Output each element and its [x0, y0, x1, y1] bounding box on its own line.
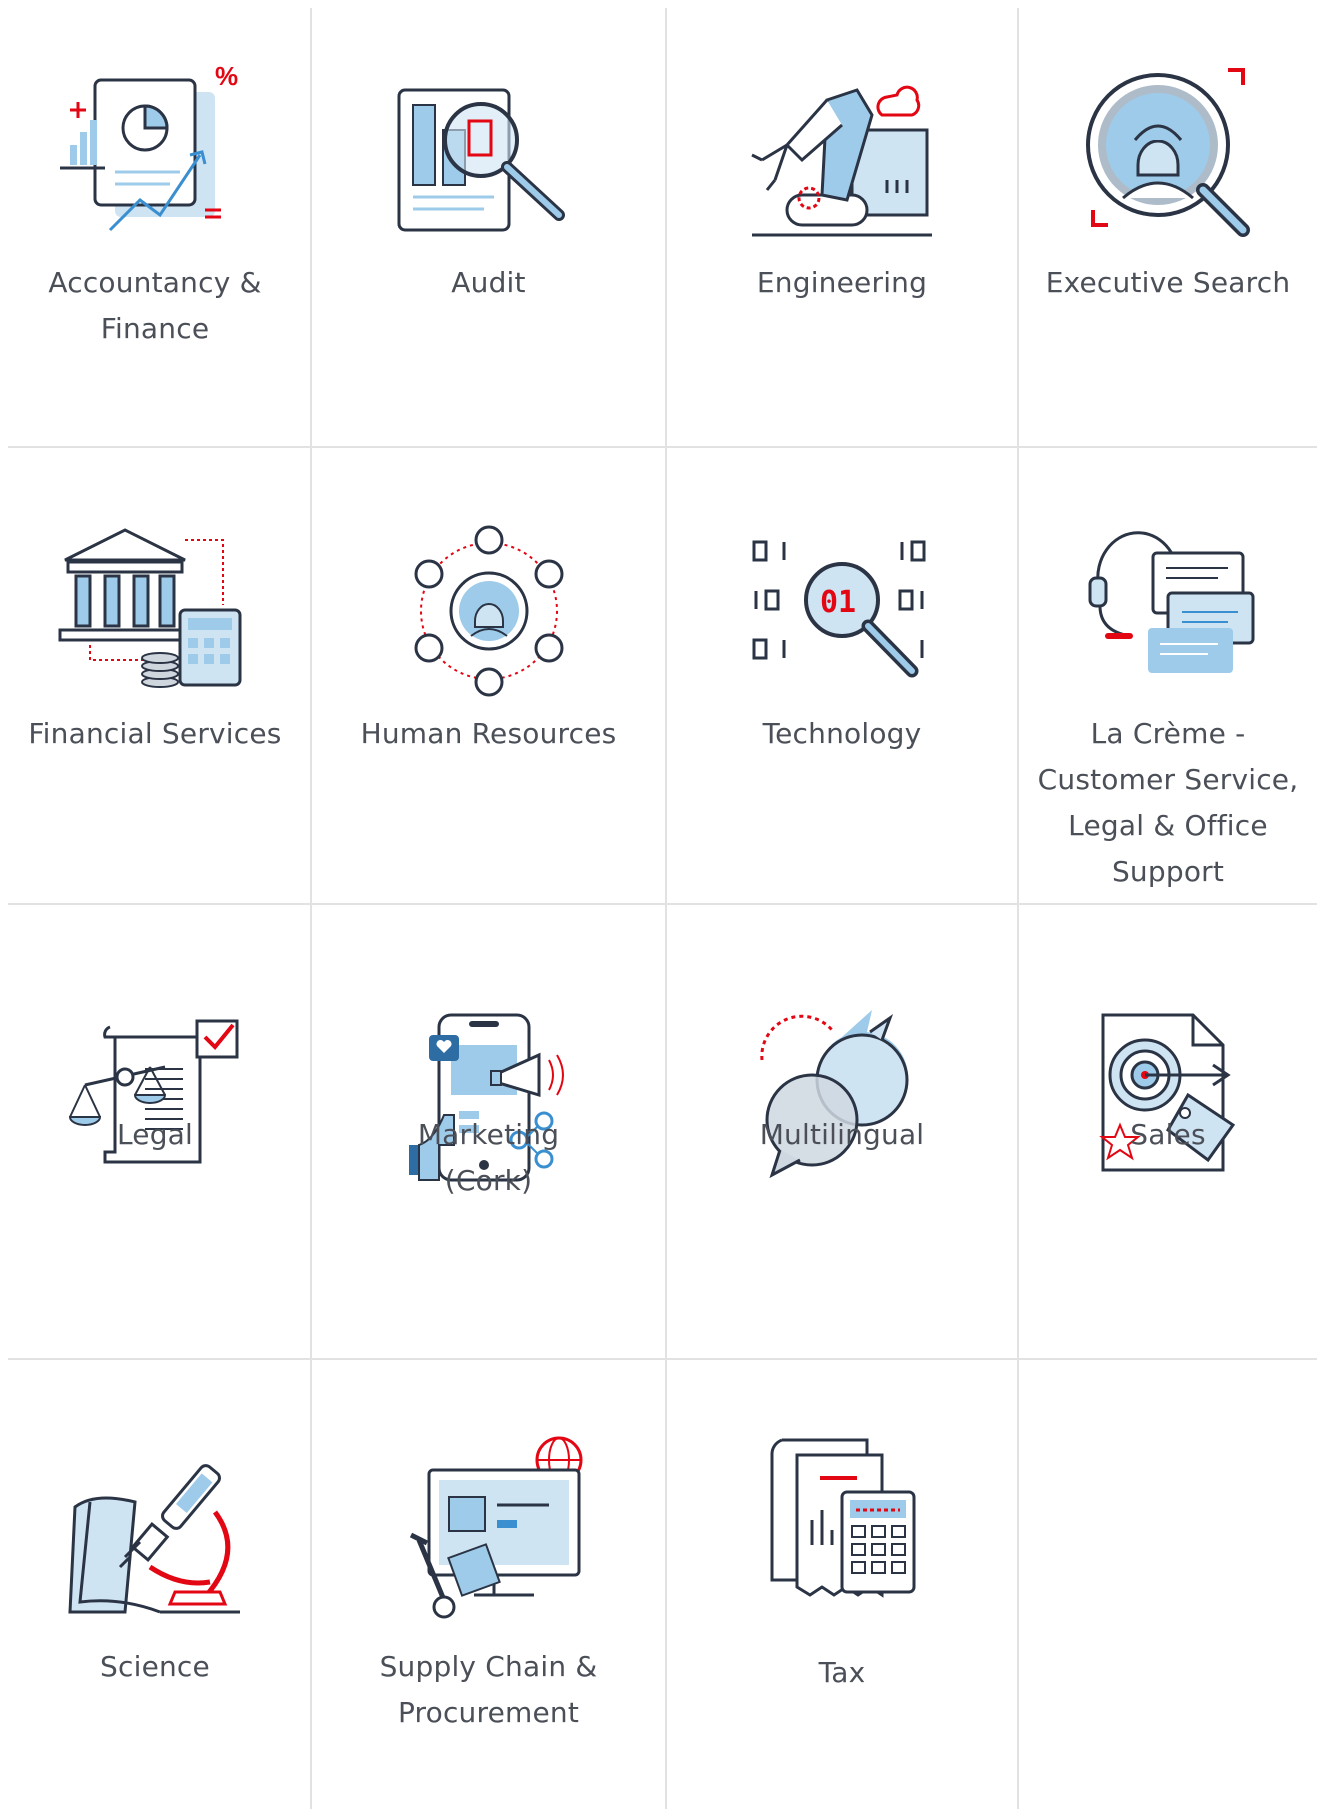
sector-label: Engineering — [756, 266, 928, 299]
headset-chat-icon — [1088, 531, 1255, 673]
sector-tile-science[interactable]: Science — [0, 1360, 310, 1809]
sector-tile-human-resources[interactable]: Human Resources — [312, 448, 665, 903]
sector-label: Audit — [451, 266, 526, 299]
sector-label: Technology — [762, 717, 922, 750]
sector-tile-technology[interactable]: 01 Technology — [667, 448, 1017, 903]
finance-chart-icon: % — [60, 61, 238, 232]
sector-tile-financial-services[interactable]: Financial Services — [0, 448, 310, 903]
sector-label: Tax — [818, 1656, 866, 1689]
sector-label: Financial Services — [28, 717, 282, 750]
monitor-trolley-icon — [409, 1436, 582, 1619]
sector-tile-supply-chain[interactable]: Supply Chain & Procurement — [312, 1360, 665, 1809]
sector-tile-sales[interactable]: Sales — [1019, 905, 1317, 1358]
sector-tile-accountancy-finance[interactable]: % Accountancy & Finance — [0, 0, 310, 446]
person-search-icon — [1086, 68, 1250, 237]
svg-text:01: 01 — [820, 585, 856, 620]
bank-calculator-icon — [58, 528, 242, 688]
sector-label: Sales — [1130, 1118, 1206, 1151]
binary-magnifier-icon: 01 — [752, 540, 926, 678]
sector-tile-multilingual[interactable]: Multilingual — [667, 905, 1017, 1358]
sector-label: Legal — [116, 1118, 194, 1151]
empty-tile — [1019, 1360, 1317, 1809]
robot-arm-factory-icon — [751, 85, 932, 237]
sector-tile-executive-search[interactable]: Executive Search — [1019, 0, 1317, 446]
sector-tile-la-creme[interactable]: La Crème - Customer Service, Legal & Off… — [1019, 448, 1317, 903]
sector-tile-engineering[interactable]: Engineering — [667, 0, 1017, 446]
sector-tile-marketing-cork[interactable]: Marketing (Cork) — [312, 905, 665, 1358]
sector-label: Executive Search — [1045, 266, 1291, 299]
sector-label: Human Resources — [360, 717, 617, 750]
audit-magnifier-icon — [397, 88, 565, 232]
sector-label: Supply Chain & Procurement — [379, 1650, 598, 1729]
sector-label: La Crème - Customer Service, Legal & Off… — [1037, 717, 1299, 888]
people-network-icon — [414, 525, 563, 697]
sector-tile-tax[interactable]: Tax — [667, 1360, 1017, 1809]
sector-tile-legal[interactable]: Legal — [0, 905, 310, 1358]
sector-label: Multilingual — [759, 1118, 925, 1151]
sector-label: Accountancy & Finance — [48, 266, 262, 345]
sector-label: Marketing (Cork) — [417, 1118, 560, 1197]
microscope-icon — [68, 1464, 240, 1614]
sector-tile-audit[interactable]: Audit — [312, 0, 665, 446]
sector-label: Science — [100, 1650, 210, 1683]
calculator-receipts-icon — [770, 1438, 916, 1598]
svg-text:%: % — [215, 61, 238, 91]
